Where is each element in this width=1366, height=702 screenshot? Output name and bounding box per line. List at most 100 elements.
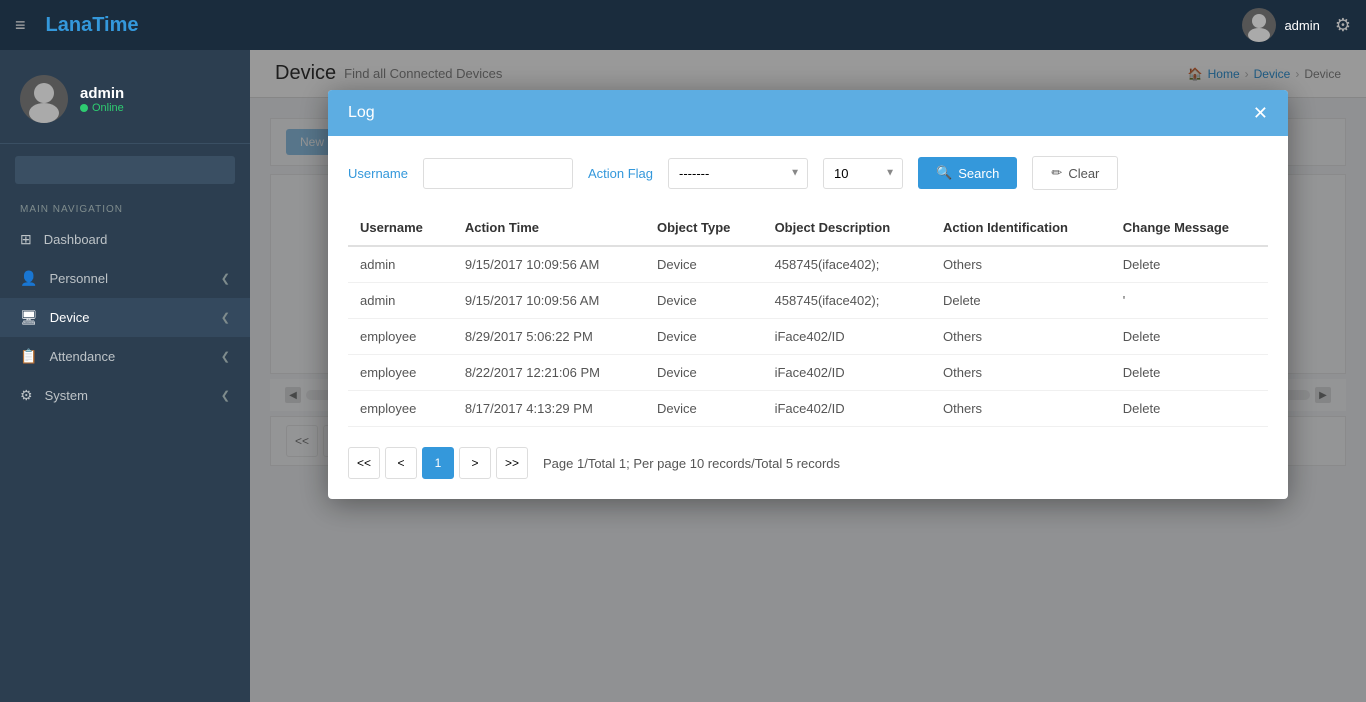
clear-icon: ✏ xyxy=(1051,165,1062,181)
cell-object-desc[interactable]: 458745(iface402); xyxy=(763,283,931,319)
sidebar-item-dashboard[interactable]: ⊞ Dashboard xyxy=(0,220,250,259)
action-flag-select[interactable]: ------- Create Update Delete xyxy=(668,158,808,189)
layout: admin Online MAIN NAVIGATION ⊞ Dashboard… xyxy=(0,50,1366,702)
pagination-area: << < 1 > >> Page 1/Total 1; Per page 10 … xyxy=(348,447,1268,479)
cell-object-desc[interactable]: iFace402/ID xyxy=(763,319,931,355)
cell-object-type: Device xyxy=(645,391,763,427)
chevron-icon: ❮ xyxy=(221,272,230,285)
cell-action-id[interactable]: Others xyxy=(931,355,1111,391)
sidebar-item-device[interactable]: 🖥 Device ❮ xyxy=(0,298,250,337)
col-action-id: Action Identification xyxy=(931,210,1111,246)
chevron-icon: ❮ xyxy=(221,311,230,324)
cell-change-msg[interactable]: Delete xyxy=(1111,391,1268,427)
clear-button[interactable]: ✏ Clear xyxy=(1032,156,1118,190)
col-username: Username xyxy=(348,210,453,246)
sidebar-item-label: Dashboard xyxy=(44,232,108,247)
sidebar-avatar xyxy=(20,75,68,123)
cell-action-id[interactable]: Delete xyxy=(931,283,1111,319)
table-row: employee8/17/2017 4:13:29 PMDeviceiFace4… xyxy=(348,391,1268,427)
table-row: employee8/22/2017 12:21:06 PMDeviceiFace… xyxy=(348,355,1268,391)
top-avatar xyxy=(1242,8,1276,42)
chevron-icon: ❮ xyxy=(221,389,230,402)
sidebar-search xyxy=(0,144,250,196)
system-icon: ⚙ xyxy=(20,387,33,404)
search-icon: 🔍 xyxy=(936,165,952,181)
col-object-desc: Object Description xyxy=(763,210,931,246)
attendance-icon: 📋 xyxy=(20,348,37,365)
sidebar-username: admin xyxy=(80,85,124,102)
cell-action-time: 9/15/2017 10:09:56 AM xyxy=(453,246,645,283)
sidebar-item-attendance[interactable]: 📋 Attendance ❮ xyxy=(0,337,250,376)
hamburger-menu[interactable]: ≡ xyxy=(15,15,26,36)
action-flag-label: Action Flag xyxy=(588,166,653,181)
personnel-icon: 👤 xyxy=(20,270,37,287)
sidebar-item-system[interactable]: ⚙ System ❮ xyxy=(0,376,250,415)
cell-object-type: Device xyxy=(645,355,763,391)
page-first-button[interactable]: << xyxy=(348,447,380,479)
count-select[interactable]: 10 25 50 100 xyxy=(823,158,903,189)
top-username: admin xyxy=(1284,18,1319,33)
log-modal: Log ✕ Username Action Flag ------- Creat… xyxy=(328,90,1288,499)
cell-action-id[interactable]: Others xyxy=(931,319,1111,355)
table-row: admin9/15/2017 10:09:56 AMDevice458745(i… xyxy=(348,246,1268,283)
cell-change-msg[interactable]: Delete xyxy=(1111,355,1268,391)
username-filter-input[interactable] xyxy=(423,158,573,189)
cell-action-time: 8/22/2017 12:21:06 PM xyxy=(453,355,645,391)
cell-object-desc[interactable]: 458745(iface402); xyxy=(763,246,931,283)
sidebar-user-section: admin Online xyxy=(0,60,250,144)
sidebar-item-personnel[interactable]: 👤 Personnel ❮ xyxy=(0,259,250,298)
sidebar-item-label: Attendance xyxy=(49,349,115,364)
col-object-type: Object Type xyxy=(645,210,763,246)
cell-action-id[interactable]: Others xyxy=(931,391,1111,427)
dashboard-icon: ⊞ xyxy=(20,231,32,248)
modal-header: Log ✕ xyxy=(328,90,1288,136)
cell-username[interactable]: employee xyxy=(348,319,453,355)
count-select-wrapper: 10 25 50 100 ▼ xyxy=(823,158,903,189)
modal-title: Log xyxy=(348,104,375,122)
brand-logo: LanaTime xyxy=(46,14,139,37)
sidebar-item-label: Device xyxy=(50,310,90,325)
cell-change-msg[interactable]: ' xyxy=(1111,283,1268,319)
clear-label: Clear xyxy=(1068,166,1099,181)
sidebar-item-label: Personnel xyxy=(49,271,108,286)
cell-change-msg[interactable]: Delete xyxy=(1111,319,1268,355)
search-button[interactable]: 🔍 Search xyxy=(918,157,1017,189)
modal-body: Username Action Flag ------- Create Upda… xyxy=(328,136,1288,499)
nav-section-label: MAIN NAVIGATION xyxy=(0,196,250,220)
pagination-info: Page 1/Total 1; Per page 10 records/Tota… xyxy=(543,456,840,471)
modal-close-button[interactable]: ✕ xyxy=(1253,104,1268,122)
cell-username[interactable]: employee xyxy=(348,391,453,427)
page-last-button[interactable]: >> xyxy=(496,447,528,479)
cell-username[interactable]: admin xyxy=(348,246,453,283)
top-navbar: ≡ LanaTime admin ⚙ xyxy=(0,0,1366,50)
nav-right: admin ⚙ xyxy=(1242,8,1351,42)
sidebar: admin Online MAIN NAVIGATION ⊞ Dashboard… xyxy=(0,50,250,702)
page-prev-button[interactable]: < xyxy=(385,447,417,479)
modal-overlay: Log ✕ Username Action Flag ------- Creat… xyxy=(250,50,1366,702)
cell-username[interactable]: employee xyxy=(348,355,453,391)
cell-action-time: 8/29/2017 5:06:22 PM xyxy=(453,319,645,355)
online-badge: Online xyxy=(80,102,124,114)
online-label: Online xyxy=(92,102,124,114)
page-1-button[interactable]: 1 xyxy=(422,447,454,479)
cell-object-desc[interactable]: iFace402/ID xyxy=(763,391,931,427)
search-label: Search xyxy=(958,166,999,181)
device-icon: 🖥 xyxy=(20,309,38,326)
cell-change-msg[interactable]: Delete xyxy=(1111,246,1268,283)
cell-object-desc[interactable]: iFace402/ID xyxy=(763,355,931,391)
col-change-msg: Change Message xyxy=(1111,210,1268,246)
cell-action-id[interactable]: Others xyxy=(931,246,1111,283)
table-row: employee8/29/2017 5:06:22 PMDeviceiFace4… xyxy=(348,319,1268,355)
cell-action-time: 9/15/2017 10:09:56 AM xyxy=(453,283,645,319)
table-row: admin9/15/2017 10:09:56 AMDevice458745(i… xyxy=(348,283,1268,319)
gear-icon[interactable]: ⚙ xyxy=(1335,15,1351,36)
sidebar-item-label: System xyxy=(45,388,88,403)
cell-username[interactable]: admin xyxy=(348,283,453,319)
main-content: Device Find all Connected Devices 🏠 Home… xyxy=(250,50,1366,702)
cell-object-type: Device xyxy=(645,246,763,283)
cell-action-time: 8/17/2017 4:13:29 PM xyxy=(453,391,645,427)
cell-object-type: Device xyxy=(645,283,763,319)
sidebar-search-input[interactable] xyxy=(15,156,235,184)
sidebar-user-info: admin Online xyxy=(80,85,124,114)
page-next-button[interactable]: > xyxy=(459,447,491,479)
